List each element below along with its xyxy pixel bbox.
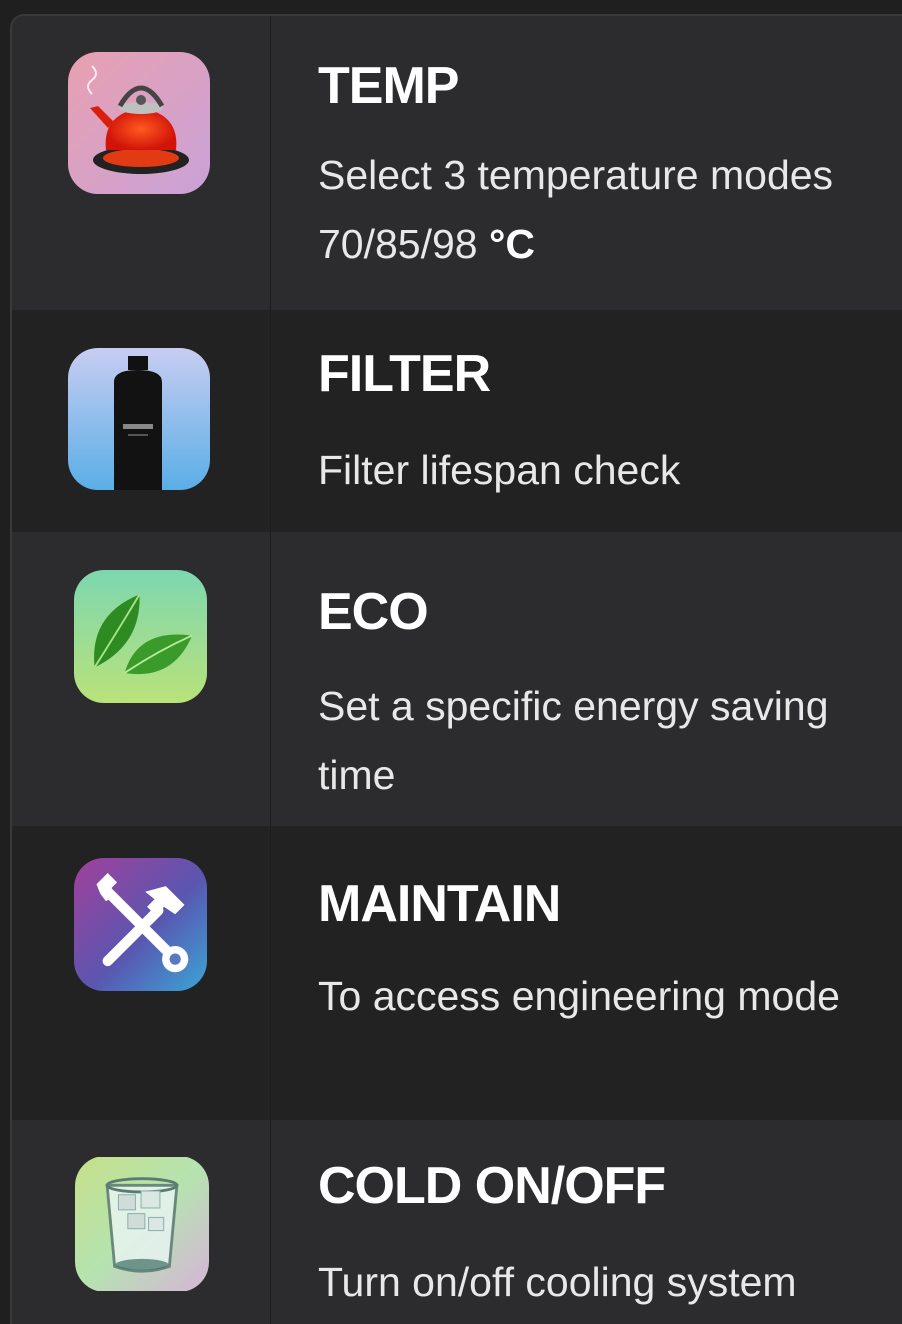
text-cell: COLD ON/OFF Turn on/off cooling system xyxy=(271,1120,902,1324)
item-description: Turn on/off cooling system xyxy=(318,1259,797,1305)
item-title: COLD ON/OFF xyxy=(318,1157,666,1215)
item-title: FILTER xyxy=(318,345,491,403)
item-description: Select 3 temperature modes 70/85/98 °C xyxy=(318,152,834,267)
item-title: ECO xyxy=(318,583,429,641)
text-cell: TEMP Select 3 temperature modes 70/85/98… xyxy=(271,16,902,310)
filter-cartridge-icon xyxy=(68,348,210,490)
tools-icon xyxy=(74,858,207,991)
text-cell: MAINTAIN To access engineering mode xyxy=(271,826,902,1120)
menu-item-filter[interactable]: FILTER Filter lifespan check xyxy=(12,310,902,532)
text-cell: FILTER Filter lifespan check xyxy=(271,310,902,532)
icon-cell xyxy=(12,1120,271,1324)
icon-cell xyxy=(12,310,271,532)
unit-label: °C xyxy=(489,221,536,267)
text-cell: ECO Set a specific energy saving time xyxy=(271,532,902,826)
settings-panel: TEMP Select 3 temperature modes 70/85/98… xyxy=(10,14,902,1324)
menu-item-maintain[interactable]: MAINTAIN To access engineering mode xyxy=(12,826,902,1120)
ice-glass-icon xyxy=(75,1156,209,1292)
item-description: Set a specific energy saving time xyxy=(318,683,829,798)
icon-cell xyxy=(12,532,271,826)
item-title: MAINTAIN xyxy=(318,875,561,933)
kettle-icon xyxy=(68,52,210,194)
menu-item-cold[interactable]: COLD ON/OFF Turn on/off cooling system xyxy=(12,1120,902,1324)
menu-item-eco[interactable]: ECO Set a specific energy saving time xyxy=(12,532,902,826)
item-title: TEMP xyxy=(318,57,459,115)
item-description: To access engineering mode xyxy=(318,973,840,1019)
icon-cell xyxy=(12,826,271,1120)
item-description: Filter lifespan check xyxy=(318,447,681,493)
icon-cell xyxy=(12,16,271,310)
leaf-icon xyxy=(74,570,207,703)
menu-item-temp[interactable]: TEMP Select 3 temperature modes 70/85/98… xyxy=(12,16,902,310)
